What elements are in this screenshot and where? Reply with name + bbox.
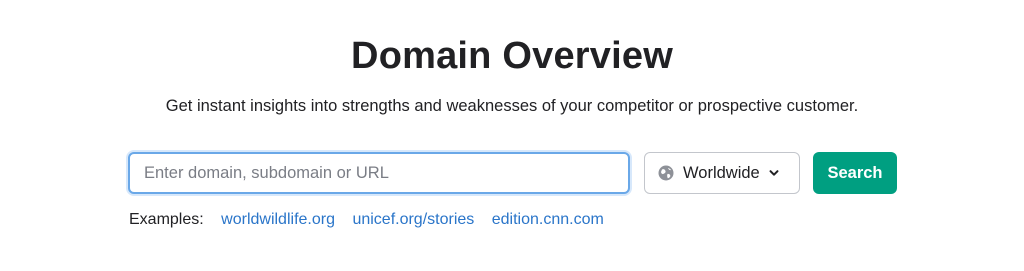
examples-row: Examples: worldwildlife.org unicef.org/s…	[129, 208, 617, 232]
database-select-label: Worldwide	[683, 163, 760, 182]
database-select[interactable]: Worldwide	[644, 152, 800, 194]
domain-overview-page: Domain Overview Get instant insights int…	[0, 0, 1024, 271]
search-button[interactable]: Search	[813, 152, 897, 194]
domain-search-input[interactable]	[128, 152, 630, 194]
globe-icon	[657, 164, 675, 182]
page-subtitle: Get instant insights into strengths and …	[165, 97, 859, 115]
example-link-cnn[interactable]: edition.cnn.com	[492, 211, 604, 228]
example-link-unicef[interactable]: unicef.org/stories	[352, 211, 474, 228]
chevron-down-icon	[768, 167, 780, 179]
example-link-worldwildlife[interactable]: worldwildlife.org	[221, 211, 335, 228]
page-title: Domain Overview	[351, 35, 673, 77]
search-bar: Worldwide Search	[128, 152, 898, 196]
examples-label: Examples:	[129, 211, 204, 228]
